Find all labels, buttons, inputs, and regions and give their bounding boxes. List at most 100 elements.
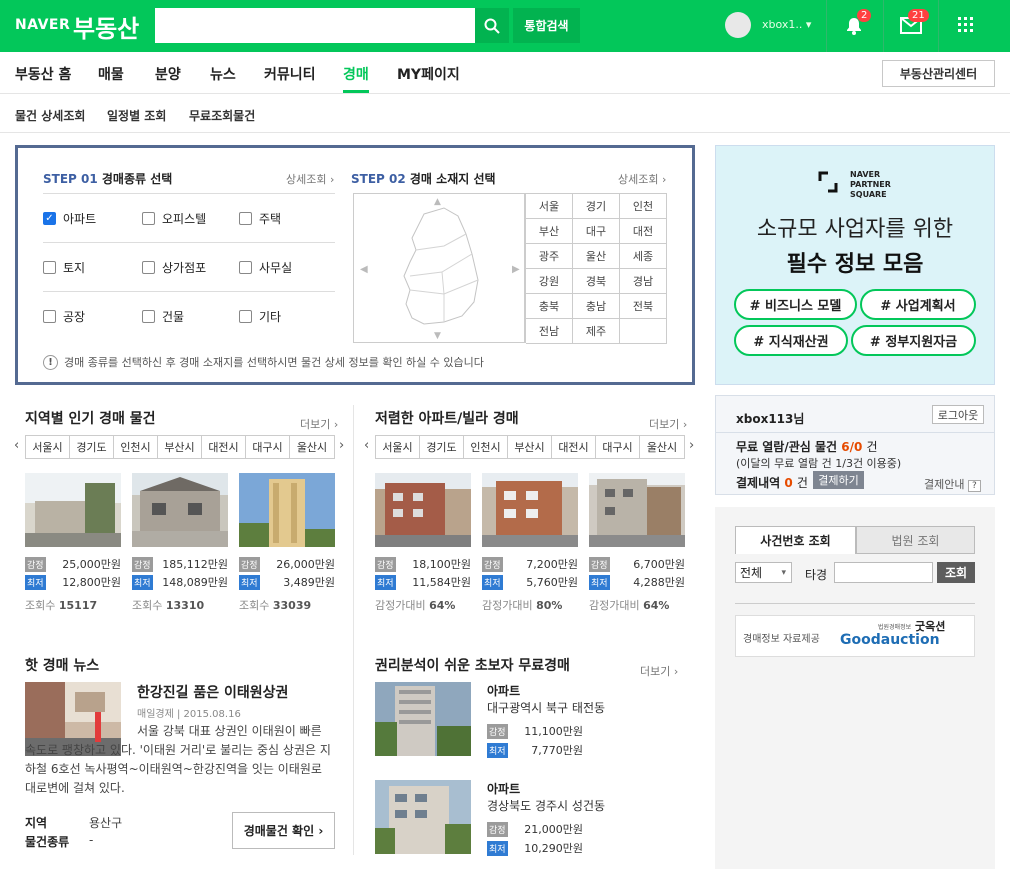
listing-photo[interactable] — [25, 473, 121, 547]
item-type[interactable]: 아파트 — [487, 780, 520, 797]
manager-center-button[interactable]: 부동산관리센터 — [882, 60, 995, 87]
region-tab[interactable]: 인천시 — [464, 436, 508, 458]
type-checkbox-building[interactable]: 건물 — [142, 308, 184, 325]
region-cell[interactable]: 대전 — [620, 219, 667, 244]
check-auction-button[interactable]: 경매물건 확인 › — [232, 812, 335, 849]
partner-square-ad[interactable]: NAVER PARTNER SQUARE 소규모 사업자를 위한 필수 정보 모… — [715, 145, 995, 385]
region-cell[interactable]: 인천 — [620, 194, 667, 219]
nav-community[interactable]: 커뮤니티 — [264, 64, 316, 84]
step1-more-link[interactable]: 상세조회 › — [286, 171, 334, 187]
cheap-more-link[interactable]: 더보기 › — [649, 416, 687, 432]
type-checkbox-officetel[interactable]: 오피스텔 — [142, 210, 206, 227]
type-checkbox-etc[interactable]: 기타 — [239, 308, 281, 325]
avatar[interactable] — [725, 12, 751, 38]
hashtag-intellectual-property[interactable]: # 지식재산권 — [734, 325, 848, 356]
case-search-button[interactable]: 조회 — [937, 562, 975, 583]
search-input[interactable] — [155, 8, 475, 43]
nav-mypage[interactable]: MY페이지 — [397, 64, 460, 84]
korea-map[interactable]: ◀ ▶ ▲ ▼ — [353, 193, 525, 343]
region-cell[interactable]: 세종 — [620, 244, 667, 269]
region-tab[interactable]: 부산시 — [508, 436, 552, 458]
region-cell[interactable]: 전북 — [620, 294, 667, 319]
region-tab[interactable]: 울산시 — [640, 436, 684, 458]
type-checkbox-store[interactable]: 상가점포 — [142, 259, 206, 276]
checkbox[interactable] — [239, 261, 252, 274]
year-select[interactable]: 전체 ▾ — [735, 562, 792, 583]
region-tab[interactable]: 서울시 — [26, 436, 70, 458]
nav-auction[interactable]: 경매 — [343, 64, 369, 93]
checkbox[interactable] — [142, 212, 155, 225]
region-cell[interactable]: 서울 — [526, 194, 573, 219]
nav-news[interactable]: 뉴스 — [210, 64, 236, 84]
region-cell[interactable]: 전남 — [526, 319, 573, 344]
nav-presale[interactable]: 분양 — [155, 64, 181, 84]
pay-button[interactable]: 결제하기 — [813, 471, 864, 489]
popular-next-arrow[interactable]: › — [339, 438, 344, 453]
app-menu-button[interactable] — [958, 17, 974, 36]
total-search-button[interactable]: 통합검색 — [513, 8, 580, 43]
naver-logo[interactable]: NAVER — [15, 17, 70, 33]
hashtag-gov-funding[interactable]: # 정부지원자금 — [851, 325, 976, 356]
region-cell[interactable]: 광주 — [526, 244, 573, 269]
type-checkbox-house[interactable]: 주택 — [239, 210, 281, 227]
listing-photo[interactable] — [132, 473, 228, 547]
region-cell[interactable]: 경북 — [573, 269, 620, 294]
region-cell[interactable]: 대구 — [573, 219, 620, 244]
listing-photo[interactable] — [375, 473, 471, 547]
cheap-prev-arrow[interactable]: ‹ — [364, 438, 369, 453]
beginner-more-link[interactable]: 더보기 › — [640, 663, 678, 679]
listing-photo[interactable] — [482, 473, 578, 547]
checkbox[interactable]: ✓ — [43, 212, 56, 225]
type-checkbox-land[interactable]: 토지 — [43, 259, 85, 276]
region-tab[interactable]: 대구시 — [246, 436, 290, 458]
hashtag-business-model[interactable]: # 비즈니스 모델 — [734, 289, 857, 320]
service-logo[interactable]: 부동산 — [73, 9, 139, 44]
checkbox[interactable] — [239, 212, 252, 225]
region-tab[interactable]: 부산시 — [158, 436, 202, 458]
region-cell[interactable]: 부산 — [526, 219, 573, 244]
step2-more-link[interactable]: 상세조회 › — [618, 171, 666, 187]
nav-listings[interactable]: 매물 — [98, 64, 124, 84]
listing-photo[interactable] — [589, 473, 685, 547]
region-tab[interactable]: 대전시 — [202, 436, 246, 458]
hashtag-business-plan[interactable]: # 사업계획서 — [860, 289, 976, 320]
region-tab[interactable]: 경기도 — [420, 436, 464, 458]
region-cell[interactable]: 충남 — [573, 294, 620, 319]
item-type[interactable]: 아파트 — [487, 682, 520, 699]
region-cell[interactable]: 경남 — [620, 269, 667, 294]
tab-court[interactable]: 법원 조회 — [856, 526, 975, 554]
news-headline[interactable]: 한강진길 품은 이태원상권 — [137, 682, 288, 702]
type-checkbox-apartment[interactable]: ✓ 아파트 — [43, 210, 96, 227]
logout-button[interactable]: 로그아웃 — [932, 405, 984, 424]
region-cell[interactable]: 제주 — [573, 319, 620, 344]
region-cell[interactable]: 강원 — [526, 269, 573, 294]
checkbox[interactable] — [239, 310, 252, 323]
region-tab[interactable]: 대전시 — [552, 436, 596, 458]
checkbox[interactable] — [43, 310, 56, 323]
type-checkbox-office[interactable]: 사무실 — [239, 259, 292, 276]
type-checkbox-factory[interactable]: 공장 — [43, 308, 85, 325]
region-tab[interactable]: 대구시 — [596, 436, 640, 458]
region-cell[interactable]: 충북 — [526, 294, 573, 319]
popular-more-link[interactable]: 더보기 › — [300, 416, 338, 432]
user-menu[interactable]: xbox1.. ▾ — [762, 18, 811, 31]
tab-case-number[interactable]: 사건번호 조회 — [735, 526, 856, 554]
listing-photo[interactable] — [239, 473, 335, 547]
case-number-input[interactable] — [834, 562, 933, 583]
listing-photo[interactable] — [375, 682, 471, 756]
subnav-schedule[interactable]: 일정별 조회 — [107, 107, 166, 124]
subnav-free[interactable]: 무료조회물건 — [189, 107, 255, 124]
pay-guide-link[interactable]: 결제안내 ? — [924, 476, 981, 492]
region-cell[interactable]: 울산 — [573, 244, 620, 269]
data-provider-box[interactable]: 경매정보 자료제공 법원경매정보 굿옥션 Goodauction — [735, 615, 975, 657]
checkbox[interactable] — [142, 310, 155, 323]
cheap-next-arrow[interactable]: › — [689, 438, 694, 453]
region-tab[interactable]: 서울시 — [376, 436, 420, 458]
checkbox[interactable] — [142, 261, 155, 274]
subnav-detail[interactable]: 물건 상세조회 — [15, 107, 85, 124]
nav-home[interactable]: 부동산 홈 — [15, 64, 71, 84]
region-cell[interactable]: 경기 — [573, 194, 620, 219]
region-tab[interactable]: 인천시 — [114, 436, 158, 458]
listing-photo[interactable] — [375, 780, 471, 854]
region-tab[interactable]: 경기도 — [70, 436, 114, 458]
